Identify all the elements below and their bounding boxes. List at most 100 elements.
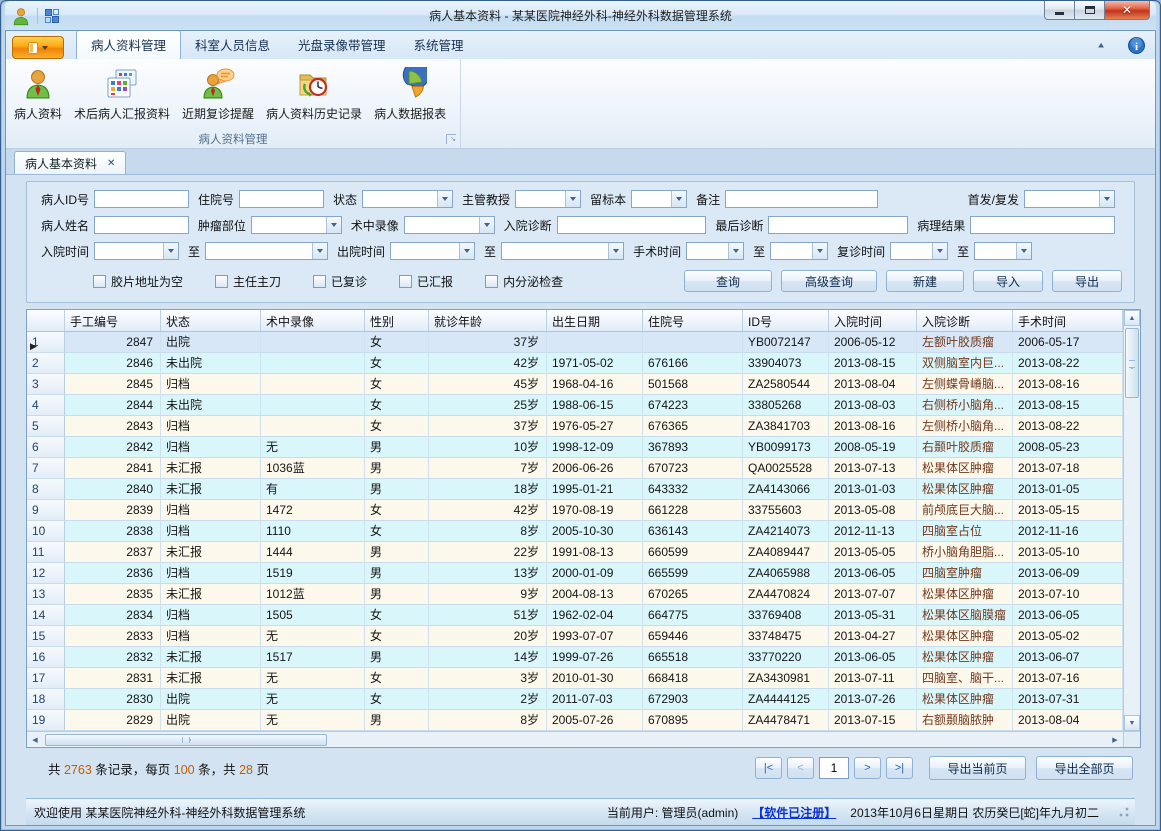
application-menu-button[interactable] bbox=[12, 36, 64, 59]
chevron-down-icon[interactable] bbox=[565, 191, 580, 207]
filter-input[interactable] bbox=[94, 216, 189, 234]
scroll-left-icon[interactable]: ◀ bbox=[27, 732, 43, 747]
page-number-input[interactable] bbox=[819, 757, 849, 779]
export-all-pages-button[interactable]: 导出全部页 bbox=[1036, 756, 1133, 780]
filter-combo[interactable] bbox=[686, 242, 744, 260]
vertical-scrollbar[interactable]: ▲ ▼ bbox=[1123, 310, 1140, 731]
table-row[interactable]: 82840未汇报有男18岁1995-01-21643332ZA414306620… bbox=[27, 479, 1123, 500]
maximize-button[interactable] bbox=[1074, 1, 1104, 20]
table-row[interactable]: 22846未出院女42岁1971-05-02676166339040732013… bbox=[27, 353, 1123, 374]
column-header[interactable]: 住院号 bbox=[643, 310, 743, 331]
column-header[interactable]: 手术时间 bbox=[1013, 310, 1123, 331]
export-current-page-button[interactable]: 导出当前页 bbox=[929, 756, 1026, 780]
table-row[interactable]: 132835未汇报1012蓝男9岁2004-08-13670265ZA44708… bbox=[27, 584, 1123, 605]
history-record-button[interactable]: 病人资料历史记录 bbox=[260, 63, 368, 125]
ribbon-tab[interactable]: 光盘录像带管理 bbox=[284, 31, 400, 59]
filter-input[interactable] bbox=[725, 190, 878, 208]
table-row[interactable]: 112837未汇报1444男22岁1991-08-13660599ZA40894… bbox=[27, 542, 1123, 563]
chevron-down-icon[interactable] bbox=[812, 243, 827, 259]
filter-combo[interactable] bbox=[890, 242, 948, 260]
column-header[interactable]: 性别 bbox=[365, 310, 429, 331]
table-row[interactable]: 52843归档女37岁1976-05-27676365ZA38417032013… bbox=[27, 416, 1123, 437]
resize-grip[interactable] bbox=[1119, 807, 1129, 817]
ribbon-tab[interactable]: 系统管理 bbox=[400, 31, 478, 59]
patient-info-button[interactable]: 病人资料 bbox=[8, 63, 68, 125]
next-page-button[interactable]: > bbox=[854, 757, 881, 779]
scroll-right-icon[interactable]: ▶ bbox=[1107, 732, 1123, 747]
title-bar[interactable]: 病人基本资料 - 某某医院神经外科-神经外科数据管理系统 ✕ bbox=[5, 1, 1156, 30]
filter-checkbox[interactable]: 内分泌检查 bbox=[485, 273, 563, 290]
query-button[interactable]: 查询 bbox=[684, 270, 772, 292]
info-icon[interactable]: i bbox=[1128, 37, 1145, 54]
advanced-query-button[interactable]: 高级查询 bbox=[781, 270, 877, 292]
filter-combo[interactable] bbox=[94, 242, 179, 260]
filter-combo[interactable] bbox=[404, 216, 495, 234]
dialog-launcher-icon[interactable]: ↘ bbox=[446, 134, 456, 144]
close-tab-icon[interactable]: ✕ bbox=[107, 158, 115, 169]
column-header[interactable]: 手工编号 bbox=[65, 310, 161, 331]
filter-combo[interactable] bbox=[1024, 190, 1115, 208]
chevron-down-icon[interactable] bbox=[932, 243, 947, 259]
minimize-button[interactable] bbox=[1044, 1, 1074, 20]
table-row[interactable]: ▶12847出院女37岁YB00721472006-05-12左额叶胶质瘤200… bbox=[27, 332, 1123, 353]
chevron-down-icon[interactable] bbox=[459, 243, 474, 259]
doc-tab-patient-basic-info[interactable]: 病人基本资料✕ bbox=[14, 151, 126, 174]
table-row[interactable]: 102838归档1110女8岁2005-10-30636143ZA4214073… bbox=[27, 521, 1123, 542]
horizontal-scrollbar[interactable]: ◀ ▶ bbox=[27, 731, 1123, 747]
last-page-button[interactable]: >| bbox=[886, 757, 913, 779]
table-row[interactable]: 32845归档女45岁1968-04-16501568ZA25805442013… bbox=[27, 374, 1123, 395]
table-row[interactable]: 162832未汇报1517男14岁1999-07-266655183377022… bbox=[27, 647, 1123, 668]
column-header[interactable]: 入院诊断 bbox=[917, 310, 1013, 331]
chevron-down-icon[interactable] bbox=[671, 191, 686, 207]
first-page-button[interactable]: |< bbox=[755, 757, 782, 779]
filter-checkbox[interactable]: 已汇报 bbox=[399, 273, 453, 290]
chevron-down-icon[interactable] bbox=[608, 243, 623, 259]
column-header[interactable]: 就诊年龄 bbox=[429, 310, 547, 331]
table-row[interactable]: 122836归档1519男13岁2000-01-09665599ZA406598… bbox=[27, 563, 1123, 584]
scroll-up-icon[interactable]: ▲ bbox=[1124, 310, 1140, 326]
import-button[interactable]: 导入 bbox=[973, 270, 1043, 292]
chevron-down-icon[interactable] bbox=[479, 217, 494, 233]
filter-input[interactable] bbox=[94, 190, 189, 208]
filter-combo[interactable] bbox=[362, 190, 453, 208]
chevron-down-icon[interactable] bbox=[437, 191, 452, 207]
filter-combo[interactable] bbox=[770, 242, 828, 260]
ribbon-tab[interactable]: 科室人员信息 bbox=[181, 31, 284, 59]
column-header[interactable]: 出生日期 bbox=[547, 310, 643, 331]
horizontal-scroll-thumb[interactable] bbox=[45, 734, 327, 746]
filter-combo[interactable] bbox=[501, 242, 624, 260]
column-header[interactable]: 入院时间 bbox=[829, 310, 917, 331]
filter-combo[interactable] bbox=[390, 242, 475, 260]
data-report-button[interactable]: 病人数据报表 bbox=[368, 63, 452, 125]
close-button[interactable]: ✕ bbox=[1104, 1, 1150, 20]
filter-combo[interactable] bbox=[251, 216, 342, 234]
table-row[interactable]: 72841未汇报1036蓝男7岁2006-06-26670723QA002552… bbox=[27, 458, 1123, 479]
registered-link[interactable]: 【软件已注册】 bbox=[752, 804, 836, 821]
postop-report-button[interactable]: 术后病人汇报资料 bbox=[68, 63, 176, 125]
chevron-down-icon[interactable] bbox=[312, 243, 327, 259]
table-row[interactable]: 62842归档无男10岁1998-12-09367893YB0099173200… bbox=[27, 437, 1123, 458]
table-row[interactable]: 172831未汇报无女3岁2010-01-30668418ZA343098120… bbox=[27, 668, 1123, 689]
table-row[interactable]: 182830出院无女2岁2011-07-03672903ZA4444125201… bbox=[27, 689, 1123, 710]
table-row[interactable]: 42844未出院女25岁1988-06-15674223338052682013… bbox=[27, 395, 1123, 416]
column-header[interactable]: 术中录像 bbox=[261, 310, 365, 331]
chevron-down-icon[interactable] bbox=[1016, 243, 1031, 259]
scroll-down-icon[interactable]: ▼ bbox=[1124, 715, 1140, 731]
chevron-down-icon[interactable] bbox=[728, 243, 743, 259]
column-header[interactable]: 状态 bbox=[161, 310, 261, 331]
create-button[interactable]: 新建 bbox=[886, 270, 964, 292]
vertical-scroll-thumb[interactable] bbox=[1125, 328, 1139, 398]
table-row[interactable]: 152833归档无女20岁1993-07-0765944633748475201… bbox=[27, 626, 1123, 647]
table-row[interactable]: 192829出院无男8岁2005-07-26670895ZA4478471201… bbox=[27, 710, 1123, 731]
filter-combo[interactable] bbox=[205, 242, 328, 260]
ribbon-tab[interactable]: 病人资料管理 bbox=[76, 30, 181, 59]
filter-combo[interactable] bbox=[515, 190, 581, 208]
filter-input[interactable] bbox=[970, 216, 1115, 234]
filter-combo[interactable] bbox=[974, 242, 1032, 260]
chevron-down-icon[interactable] bbox=[163, 243, 178, 259]
filter-input[interactable] bbox=[557, 216, 707, 234]
filter-checkbox[interactable]: 胶片地址为空 bbox=[93, 273, 183, 290]
filter-input[interactable] bbox=[768, 216, 908, 234]
filter-checkbox[interactable]: 主任主刀 bbox=[215, 273, 281, 290]
revisit-reminder-button[interactable]: 近期复诊提醒 bbox=[176, 63, 260, 125]
